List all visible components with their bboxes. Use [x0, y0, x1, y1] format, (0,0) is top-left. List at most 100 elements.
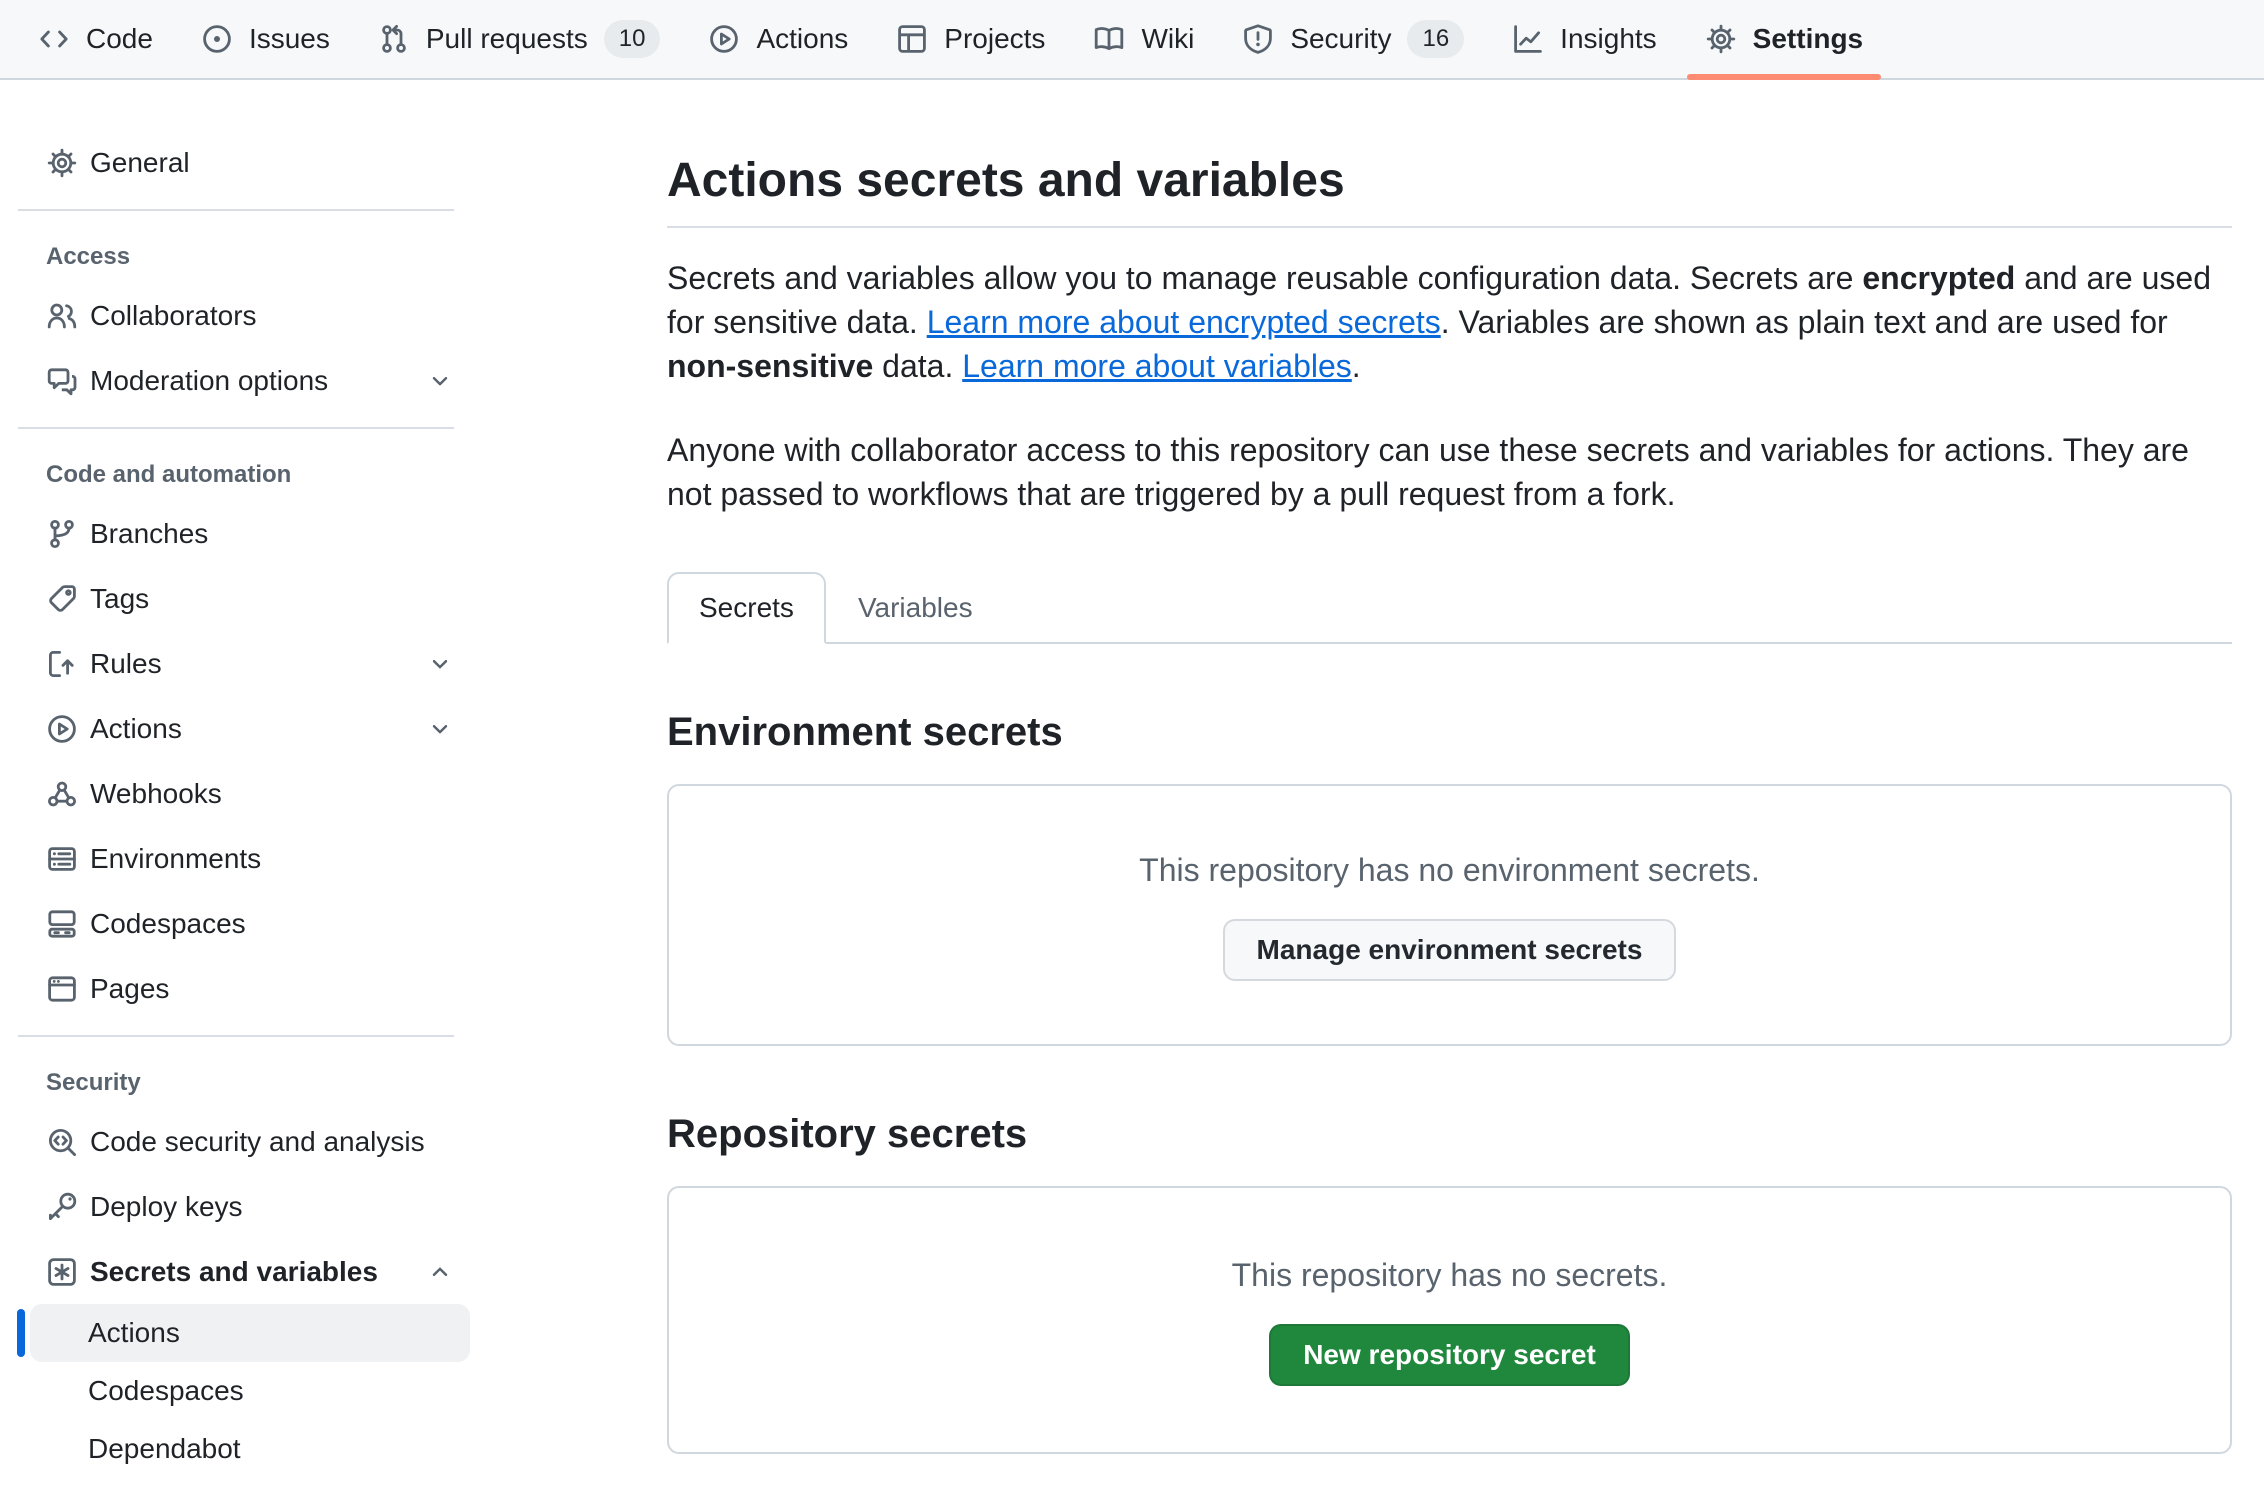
chevron-down-icon	[426, 367, 454, 395]
repo-tab-nav: Code Issues Pull requests 10 Actions Pro…	[0, 0, 2264, 80]
sidebar-item-label: Secrets and variables	[90, 1256, 414, 1288]
sidebar-item-codespaces[interactable]: Codespaces	[30, 891, 470, 956]
codescan-icon	[46, 1126, 78, 1158]
webhook-icon	[46, 778, 78, 810]
sidebar-section-security: Security	[46, 1069, 470, 1097]
nav-tab-wiki[interactable]: Wiki	[1069, 0, 1218, 78]
nav-tab-label: Issues	[249, 23, 330, 55]
tag-icon	[46, 583, 78, 615]
sidebar-item-collaborators[interactable]: Collaborators	[30, 283, 470, 348]
nav-tab-label: Security	[1290, 23, 1391, 55]
collaborator-note: Anyone with collaborator access to this …	[667, 428, 2232, 516]
link-encrypted-secrets[interactable]: Learn more about encrypted secrets	[927, 304, 1441, 340]
manage-environment-secrets-button[interactable]: Manage environment secrets	[1223, 919, 1677, 981]
selected-item-indicator	[17, 1309, 25, 1357]
nav-tab-label: Insights	[1560, 23, 1657, 55]
sidebar-item-label: Codespaces	[90, 908, 454, 940]
chevron-up-icon	[426, 1258, 454, 1286]
code-icon	[38, 23, 70, 55]
secrets-variables-tabnav: Secrets Variables	[667, 572, 2232, 644]
title-divider	[667, 226, 2232, 228]
nav-tab-insights[interactable]: Insights	[1488, 0, 1681, 78]
sidebar-item-label: General	[90, 147, 454, 179]
sidebar-item-webhooks[interactable]: Webhooks	[30, 761, 470, 826]
sidebar-subitem-label: Dependabot	[88, 1433, 241, 1465]
intro-bold-non-sensitive: non-sensitive	[667, 348, 873, 384]
sidebar-subitem-label: Codespaces	[88, 1375, 244, 1407]
repository-secrets-empty-text: This repository has no secrets.	[1232, 1254, 1668, 1296]
sidebar-divider	[18, 1035, 454, 1037]
tab-variables[interactable]: Variables	[826, 572, 1005, 644]
sidebar-item-secrets-variables[interactable]: Secrets and variables	[30, 1239, 470, 1304]
security-counter: 16	[1407, 20, 1464, 58]
sidebar-item-moderation-options[interactable]: Moderation options	[30, 348, 470, 413]
sidebar-item-deploy-keys[interactable]: Deploy keys	[30, 1174, 470, 1239]
nav-tab-label: Projects	[944, 23, 1045, 55]
settings-sidebar: General Access Collaborators Moderation …	[0, 80, 494, 1488]
sidebar-item-label: Moderation options	[90, 365, 414, 397]
sidebar-divider	[18, 209, 454, 211]
sidebar-item-general[interactable]: General	[30, 130, 470, 195]
sidebar-section-code-automation: Code and automation	[46, 461, 470, 489]
sidebar-item-label: Branches	[90, 518, 454, 550]
sidebar-item-rules[interactable]: Rules	[30, 631, 470, 696]
play-icon	[46, 713, 78, 745]
nav-tab-label: Pull requests	[426, 23, 588, 55]
graph-icon	[1512, 23, 1544, 55]
north-star-icon	[46, 1256, 78, 1288]
intro-text: . Variables are shown as plain text and …	[1441, 304, 2168, 340]
intro-text: .	[1352, 348, 1361, 384]
sidebar-item-label: Rules	[90, 648, 414, 680]
nav-tab-label: Wiki	[1141, 23, 1194, 55]
nav-tab-code[interactable]: Code	[14, 0, 177, 78]
sidebar-item-pages[interactable]: Pages	[30, 956, 470, 1021]
gear-icon	[1705, 23, 1737, 55]
nav-tab-projects[interactable]: Projects	[872, 0, 1069, 78]
people-icon	[46, 300, 78, 332]
nav-tab-label: Settings	[1753, 23, 1863, 55]
sidebar-item-label: Actions	[90, 713, 414, 745]
key-icon	[46, 1191, 78, 1223]
nav-tab-actions[interactable]: Actions	[684, 0, 872, 78]
nav-tab-issues[interactable]: Issues	[177, 0, 354, 78]
git-branch-icon	[46, 518, 78, 550]
book-icon	[1093, 23, 1125, 55]
nav-tab-label: Actions	[756, 23, 848, 55]
intro-text: data.	[873, 348, 962, 384]
nav-tab-pull-requests[interactable]: Pull requests 10	[354, 0, 685, 78]
new-repository-secret-button[interactable]: New repository secret	[1269, 1324, 1630, 1386]
sidebar-subitem-codespaces[interactable]: Codespaces	[30, 1362, 470, 1420]
sidebar-subitem-actions[interactable]: Actions	[30, 1304, 470, 1362]
sidebar-subitem-label: Actions	[88, 1317, 180, 1349]
nav-tab-security[interactable]: Security 16	[1218, 0, 1488, 78]
rules-icon	[46, 648, 78, 680]
link-variables[interactable]: Learn more about variables	[962, 348, 1352, 384]
environment-secrets-title: Environment secrets	[667, 708, 2232, 756]
intro-paragraph: Secrets and variables allow you to manag…	[667, 256, 2232, 388]
play-icon	[708, 23, 740, 55]
sidebar-section-access: Access	[46, 243, 470, 271]
shield-icon	[1242, 23, 1274, 55]
sidebar-item-label: Tags	[90, 583, 454, 615]
tab-secrets[interactable]: Secrets	[667, 572, 826, 644]
sidebar-item-environments[interactable]: Environments	[30, 826, 470, 891]
sidebar-item-tags[interactable]: Tags	[30, 566, 470, 631]
chevron-down-icon	[426, 715, 454, 743]
chevron-down-icon	[426, 650, 454, 678]
nav-tab-label: Code	[86, 23, 153, 55]
sidebar-subitem-dependabot[interactable]: Dependabot	[30, 1420, 470, 1478]
sidebar-item-label: Collaborators	[90, 300, 454, 332]
repository-secrets-title: Repository secrets	[667, 1110, 2232, 1158]
sidebar-item-actions[interactable]: Actions	[30, 696, 470, 761]
sidebar-item-label: Deploy keys	[90, 1191, 454, 1223]
environment-secrets-empty-box: This repository has no environment secre…	[667, 784, 2232, 1046]
sidebar-item-branches[interactable]: Branches	[30, 501, 470, 566]
nav-tab-settings[interactable]: Settings	[1681, 0, 1887, 78]
sidebar-item-label: Pages	[90, 973, 454, 1005]
intro-bold-encrypted: encrypted	[1862, 260, 2015, 296]
sidebar-item-label: Code security and analysis	[90, 1126, 454, 1158]
pull-requests-counter: 10	[604, 20, 661, 58]
repository-secrets-empty-box: This repository has no secrets. New repo…	[667, 1186, 2232, 1454]
sidebar-item-code-security[interactable]: Code security and analysis	[30, 1109, 470, 1174]
sidebar-item-label: Webhooks	[90, 778, 454, 810]
